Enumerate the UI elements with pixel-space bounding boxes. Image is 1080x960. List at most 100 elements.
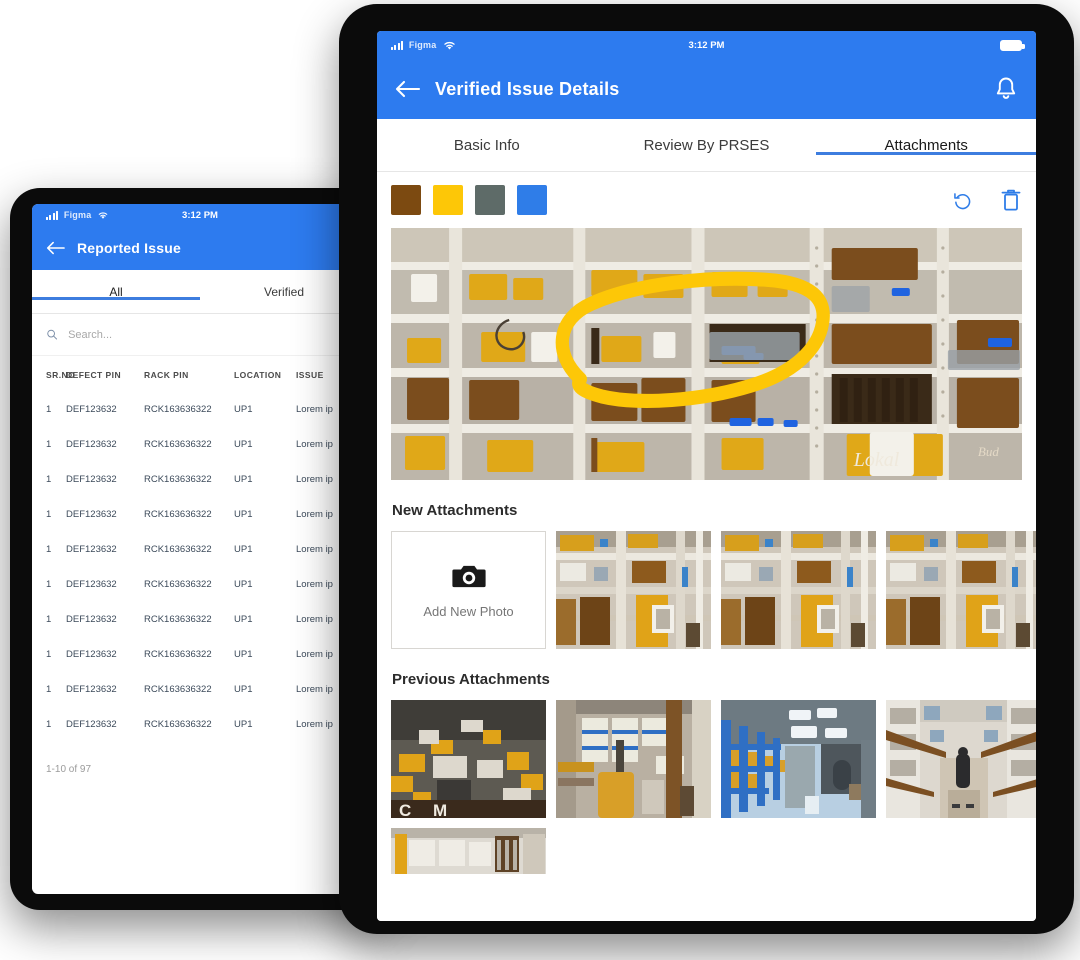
left-page-title: Reported Issue (77, 240, 181, 256)
cell-defect: DEF123632 (66, 637, 144, 672)
tablet-device-front: Figma 3:12 PM Ver (339, 4, 1074, 934)
signal-bars-icon (391, 41, 403, 50)
previous-attachment-thumb-1[interactable]: C M (391, 700, 546, 818)
right-status-right (1000, 40, 1022, 51)
cell-rack: RCK163636322 (144, 532, 234, 567)
annotated-image[interactable]: Lokal Bud (391, 228, 1022, 480)
col-header-defect: DEFECT PIN (66, 356, 144, 392)
bell-icon[interactable] (994, 76, 1018, 102)
table-row[interactable]: 1DEF123632RCK163636322UP1Lorem ip (32, 532, 368, 567)
right-status-time: 3:12 PM (377, 40, 1036, 51)
cell-defect: DEF123632 (66, 497, 144, 532)
trash-icon[interactable] (1000, 188, 1022, 212)
table-row[interactable]: 1DEF123632RCK163636322UP1Lorem ip (32, 497, 368, 532)
cell-rack: RCK163636322 (144, 707, 234, 742)
cell-loc: UP1 (234, 462, 296, 497)
color-swatch-row (391, 185, 547, 215)
section-title-previous-attachments: Previous Attachments (392, 671, 1022, 688)
tab-basic-info[interactable]: Basic Info (377, 137, 597, 154)
cell-loc: UP1 (234, 392, 296, 427)
cell-defect: DEF123632 (66, 392, 144, 427)
cell-sr: 1 (32, 567, 66, 602)
cell-rack: RCK163636322 (144, 462, 234, 497)
cell-loc: UP1 (234, 707, 296, 742)
new-attachment-thumb-2[interactable] (721, 531, 876, 649)
table-row[interactable]: 1DEF123632RCK163636322UP1Lorem ip (32, 602, 368, 637)
new-attachment-thumb-3[interactable] (886, 531, 1036, 649)
back-arrow-icon[interactable] (46, 241, 65, 255)
color-swatch-yellow[interactable] (433, 185, 463, 215)
table-body: 1DEF123632RCK163636322UP1Lorem ip1DEF123… (32, 392, 368, 742)
table-row[interactable]: 1DEF123632RCK163636322UP1Lorem ip (32, 392, 368, 427)
right-app-bar: Verified Issue Details (377, 59, 1036, 119)
cell-sr: 1 (32, 637, 66, 672)
tablet-device-back: Figma 3:12 PM Reported Issue (10, 188, 390, 910)
cell-loc: UP1 (234, 497, 296, 532)
wifi-icon (442, 39, 457, 51)
previous-attachment-thumb-2[interactable] (556, 700, 711, 818)
col-header-rack: RACK PIN (144, 356, 234, 392)
battery-full-icon (1000, 40, 1022, 51)
cell-defect: DEF123632 (66, 462, 144, 497)
pagination-label: 1-10 of 97 (32, 742, 368, 775)
section-title-new-attachments: New Attachments (392, 502, 1022, 519)
cell-sr: 1 (32, 497, 66, 532)
table-row[interactable]: 1DEF123632RCK163636322UP1Lorem ip (32, 427, 368, 462)
cell-rack: RCK163636322 (144, 637, 234, 672)
left-tab-bar: All Verified (32, 270, 368, 314)
cell-rack: RCK163636322 (144, 497, 234, 532)
camera-icon (452, 562, 486, 590)
cell-defect: DEF123632 (66, 427, 144, 462)
previous-attachment-thumb-4[interactable] (886, 700, 1036, 818)
carrier-label: Figma (409, 40, 437, 50)
color-swatch-slate[interactable] (475, 185, 505, 215)
cell-sr: 1 (32, 532, 66, 567)
tab-all[interactable]: All (32, 285, 200, 299)
new-attachment-thumb-1[interactable] (556, 531, 711, 649)
cell-loc: UP1 (234, 427, 296, 462)
right-device-screen: Figma 3:12 PM Ver (377, 31, 1036, 921)
previous-attachment-thumb-3[interactable] (721, 700, 876, 818)
new-attachments-row: Add New Photo (391, 531, 1022, 649)
cell-sr: 1 (32, 392, 66, 427)
reported-issues-table: SR.NO DEFECT PIN RACK PIN LOCATION ISSUE… (32, 356, 368, 742)
cell-defect: DEF123632 (66, 602, 144, 637)
table-row[interactable]: 1DEF123632RCK163636322UP1Lorem ip (32, 462, 368, 497)
color-swatch-brown[interactable] (391, 185, 421, 215)
cell-loc: UP1 (234, 602, 296, 637)
undo-icon[interactable] (952, 189, 974, 211)
wifi-icon (97, 210, 109, 220)
search-input[interactable] (68, 329, 354, 341)
tab-review-by-prses[interactable]: Review By PRSES (597, 137, 817, 154)
search-icon (46, 328, 58, 341)
table-header-row: SR.NO DEFECT PIN RACK PIN LOCATION ISSUE (32, 356, 368, 392)
cell-loc: UP1 (234, 532, 296, 567)
table-row[interactable]: 1DEF123632RCK163636322UP1Lorem ip (32, 637, 368, 672)
add-new-photo-button[interactable]: Add New Photo (391, 531, 546, 649)
cell-loc: UP1 (234, 637, 296, 672)
left-app-bar: Reported Issue (32, 226, 368, 270)
toolbar-actions (952, 188, 1022, 212)
previous-attachments-row: C M (391, 700, 1022, 818)
table-row[interactable]: 1DEF123632RCK163636322UP1Lorem ip (32, 672, 368, 707)
previous-attachment-thumb-5[interactable] (391, 828, 546, 921)
cell-defect: DEF123632 (66, 567, 144, 602)
tab-attachments[interactable]: Attachments (816, 137, 1036, 154)
back-arrow-icon[interactable] (395, 80, 421, 98)
right-status-left: Figma (391, 39, 457, 51)
svg-text:M: M (433, 801, 447, 818)
left-status-left: Figma (46, 210, 109, 220)
signal-bars-icon (46, 211, 58, 220)
table-row[interactable]: 1DEF123632RCK163636322UP1Lorem ip (32, 707, 368, 742)
screenshot-canvas: Figma 3:12 PM Reported Issue (0, 0, 1080, 960)
cell-defect: DEF123632 (66, 532, 144, 567)
cell-sr: 1 (32, 602, 66, 637)
table-row[interactable]: 1DEF123632RCK163636322UP1Lorem ip (32, 567, 368, 602)
color-swatch-blue[interactable] (517, 185, 547, 215)
cell-loc: UP1 (234, 672, 296, 707)
previous-attachments-row-overflow (391, 828, 1022, 921)
cell-rack: RCK163636322 (144, 567, 234, 602)
right-tab-bar: Basic Info Review By PRSES Attachments (377, 119, 1036, 172)
cell-rack: RCK163636322 (144, 602, 234, 637)
left-search-row (32, 314, 368, 356)
